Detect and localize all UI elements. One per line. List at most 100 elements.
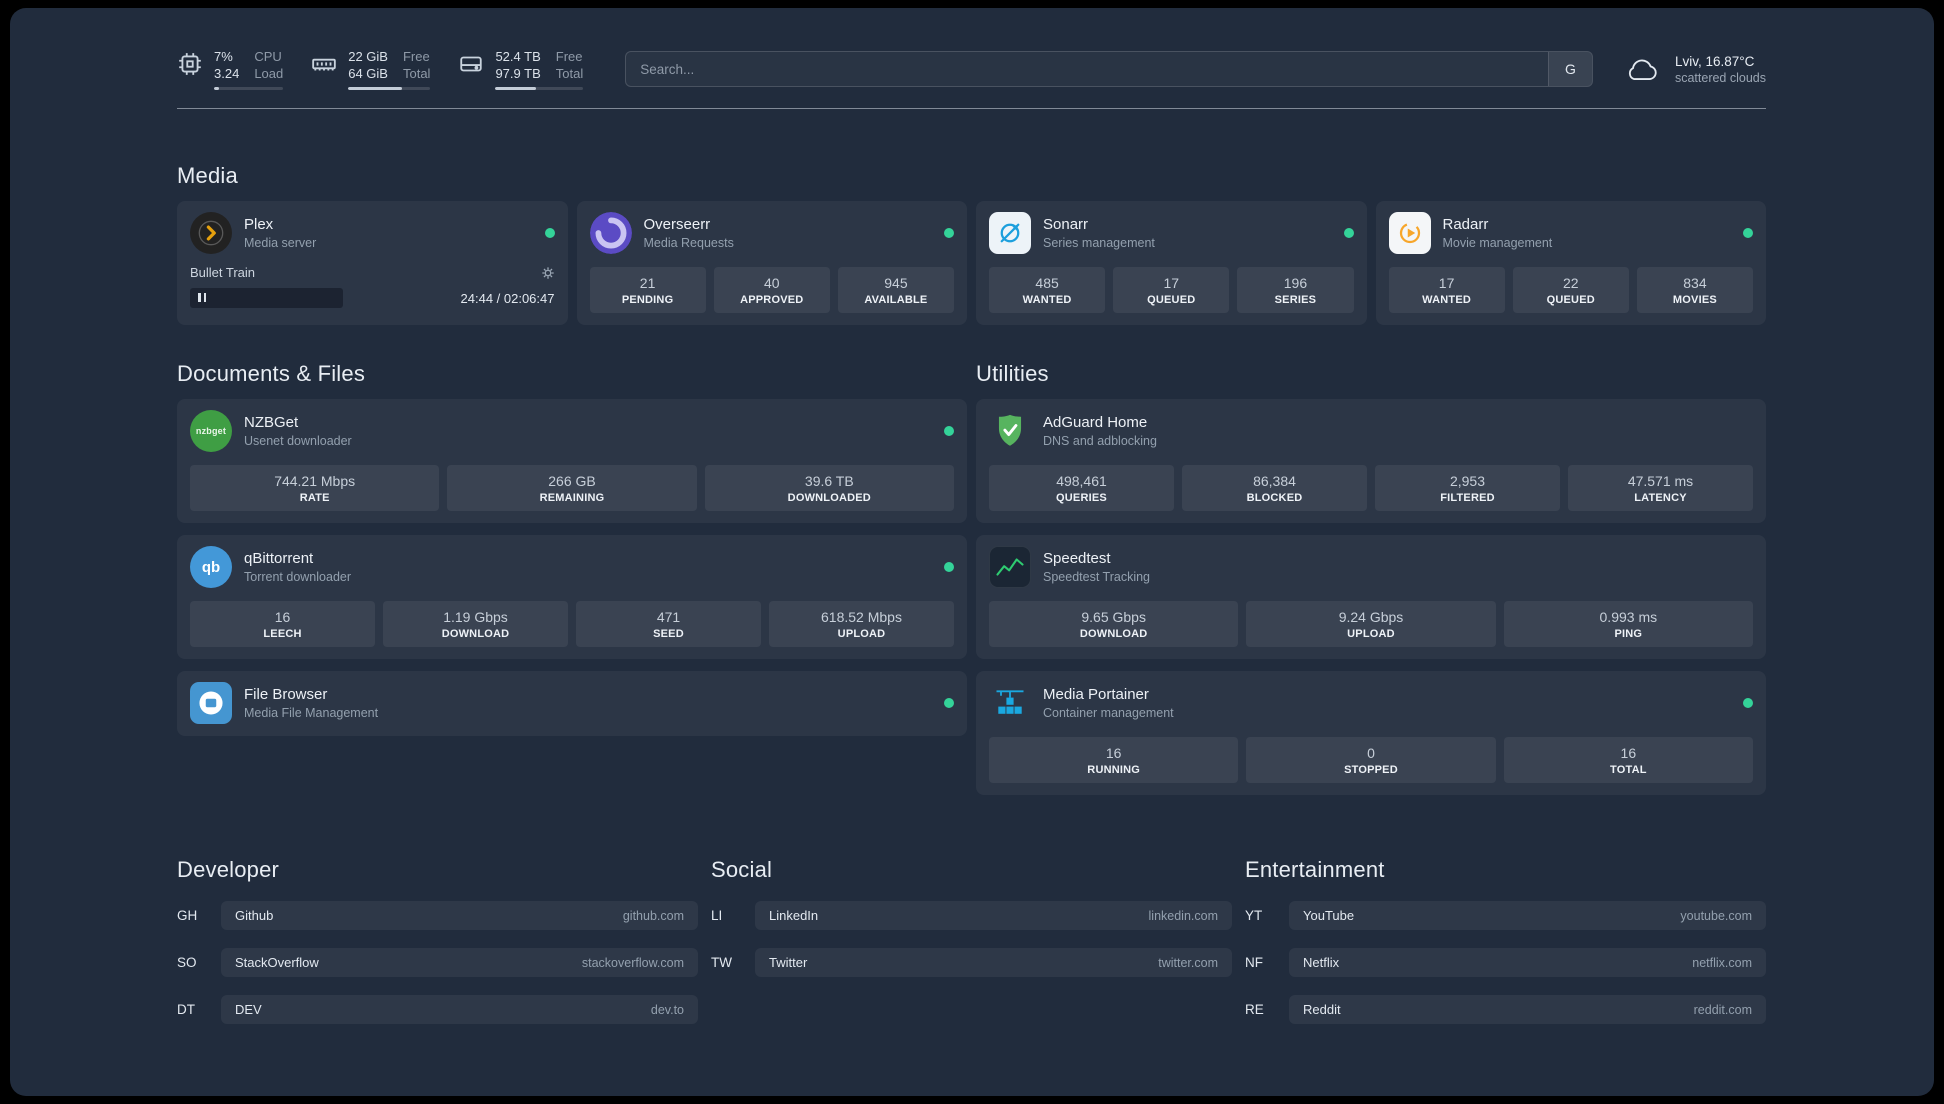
bookmark-link-youtube[interactable]: YouTube youtube.com [1289, 901, 1766, 930]
memory-widget: 22 GiB 64 GiB Free Total [311, 48, 431, 90]
stat-label: LEECH [263, 628, 302, 640]
card-portainer[interactable]: Media Portainer Container management 16 … [976, 671, 1766, 795]
stat-label: QUEUED [1546, 294, 1595, 306]
top-bar: 7% 3.24 CPU Load 22 GiB 64 GiB Free Tota… [177, 48, 1766, 90]
stat-label: DOWNLOADED [787, 492, 871, 504]
disk-widget: 52.4 TB 97.9 TB Free Total [458, 48, 584, 90]
disk-usage-bar [495, 87, 584, 90]
cloud-icon [1628, 59, 1657, 80]
bookmark-link-reddit[interactable]: Reddit reddit.com [1289, 995, 1766, 1024]
weather-widget: Lviv, 16.87°C scattered clouds [1623, 54, 1766, 85]
card-adguard[interactable]: AdGuard Home DNS and adblocking 498,461 … [976, 399, 1766, 523]
qbittorrent-icon-label: qb [201, 558, 221, 576]
cpu-icon [179, 53, 201, 75]
bookmark-abbr: TW [711, 955, 732, 970]
stat-queries: 498,461 QUERIES [989, 465, 1174, 511]
stat-wanted: 485 WANTED [989, 267, 1106, 313]
app-name: Plex [244, 216, 274, 233]
bookmark-group-social: Social LI LinkedIn linkedin.com TW Twitt… [711, 857, 1232, 1024]
app-name: Radarr [1442, 216, 1489, 233]
stat-remaining: 266 GB REMAINING [447, 465, 697, 511]
app-name: Speedtest [1043, 550, 1111, 567]
bookmark-netflix: NF Netflix netflix.com [1245, 948, 1766, 977]
bookmark-link-linkedin[interactable]: LinkedIn linkedin.com [755, 901, 1232, 930]
bookmark-domain: netflix.com [1692, 955, 1752, 970]
card-speedtest[interactable]: Speedtest Speedtest Tracking 9.65 Gbps D… [976, 535, 1766, 659]
card-nzbget[interactable]: nzbget NZBGet Usenet downloader 744.21 M… [177, 399, 967, 523]
stat-label: UPLOAD [837, 628, 886, 640]
stat-label: AVAILABLE [864, 294, 928, 306]
bookmark-link-twitter[interactable]: Twitter twitter.com [755, 948, 1232, 977]
bookmark-group-developer: Developer GH Github github.com SO StackO… [177, 857, 698, 1024]
bookmark-domain: linkedin.com [1148, 908, 1218, 923]
stat-value: 86,384 [1253, 473, 1296, 489]
stat-leech: 16 LEECH [190, 601, 375, 647]
stat-label: RATE [299, 492, 330, 504]
card-qbittorrent[interactable]: qb qBittorrent Torrent downloader 16 LEE… [177, 535, 967, 659]
stat-running: 16 RUNNING [989, 737, 1239, 783]
stat-pending: 21 PENDING [589, 267, 706, 313]
search-provider-button[interactable]: G [1547, 52, 1592, 86]
stat-ping: 0.993 ms PING [1503, 601, 1753, 647]
stat-value: 2,953 [1449, 473, 1486, 489]
stat-queued: 17 QUEUED [1113, 267, 1230, 313]
app-name: Sonarr [1043, 216, 1089, 233]
section-title-developer: Developer [177, 857, 280, 882]
status-dot [1343, 228, 1354, 238]
search-input[interactable] [626, 52, 1548, 86]
card-radarr[interactable]: Radarr Movie management 17 WANTED 22 QUE… [1375, 201, 1766, 325]
stat-value: 16 [274, 609, 291, 625]
bookmark-domain: github.com [622, 908, 684, 923]
qbittorrent-icon: qb [190, 546, 232, 588]
stat-upload: 618.52 Mbps UPLOAD [769, 601, 954, 647]
stat-rate: 744.21 Mbps RATE [190, 465, 440, 511]
memory-total-value: 64 GiB [348, 66, 388, 81]
stat-value: 618.52 Mbps [821, 609, 902, 625]
cpu-widget: 7% 3.24 CPU Load [177, 48, 284, 90]
bookmark-abbr: RE [1245, 1002, 1264, 1017]
pause-icon[interactable] [198, 289, 209, 307]
bookmark-name: YouTube [1303, 908, 1355, 923]
section-title-documents: Documents & Files [177, 361, 366, 386]
stat-download: 9.65 Gbps DOWNLOAD [989, 601, 1239, 647]
weather-condition: scattered clouds [1674, 70, 1766, 85]
app-name: Media Portainer [1043, 686, 1149, 703]
bookmark-linkedin: LI LinkedIn linkedin.com [711, 901, 1232, 930]
stat-label: REMAINING [539, 492, 605, 504]
stat-value: 266 GB [548, 473, 596, 489]
card-overseerr[interactable]: Overseerr Media Requests 21 PENDING 40 A… [576, 201, 967, 325]
stat-value: 196 [1283, 275, 1308, 291]
card-sonarr[interactable]: Sonarr Series management 485 WANTED 17 Q… [976, 201, 1367, 325]
nzbget-icon-label: nzbget [195, 426, 227, 436]
bookmark-link-netflix[interactable]: Netflix netflix.com [1289, 948, 1766, 977]
bookmark-link-stackoverflow[interactable]: StackOverflow stackoverflow.com [221, 948, 698, 977]
memory-free-value: 22 GiB [348, 49, 388, 64]
stat-latency: 47.571 ms LATENCY [1568, 465, 1753, 511]
bookmark-abbr: SO [177, 955, 197, 970]
stat-upload: 9.24 Gbps UPLOAD [1246, 601, 1496, 647]
disk-free-value: 52.4 TB [495, 49, 541, 64]
stat-value: 17 [1438, 275, 1455, 291]
gear-icon[interactable] [541, 266, 555, 280]
playback-bar[interactable] [190, 288, 344, 308]
disk-icon [460, 56, 483, 72]
bookmark-abbr: DT [177, 1002, 195, 1017]
stat-value: 17 [1163, 275, 1180, 291]
filebrowser-icon [190, 682, 232, 724]
bookmark-abbr: YT [1245, 908, 1263, 923]
stat-total: 16 TOTAL [1503, 737, 1753, 783]
bookmark-abbr: GH [177, 908, 198, 923]
card-plex[interactable]: Plex Media server Bullet Train 24:44 / 0… [177, 201, 568, 325]
stat-label: UPLOAD [1347, 628, 1395, 640]
stat-label: SERIES [1274, 294, 1317, 306]
card-filebrowser[interactable]: File Browser Media File Management [177, 671, 967, 736]
stat-label: FILTERED [1440, 492, 1495, 504]
bookmark-link-github[interactable]: Github github.com [221, 901, 698, 930]
stat-value: 9.65 Gbps [1081, 609, 1146, 625]
stat-value: 0 [1367, 745, 1375, 761]
bookmark-domain: youtube.com [1680, 908, 1752, 923]
stat-label: PING [1614, 628, 1643, 640]
stat-label: QUEUED [1147, 294, 1196, 306]
bookmark-link-dev[interactable]: DEV dev.to [221, 995, 698, 1024]
disk-readout: 52.4 TB 97.9 TB Free Total [495, 48, 584, 90]
